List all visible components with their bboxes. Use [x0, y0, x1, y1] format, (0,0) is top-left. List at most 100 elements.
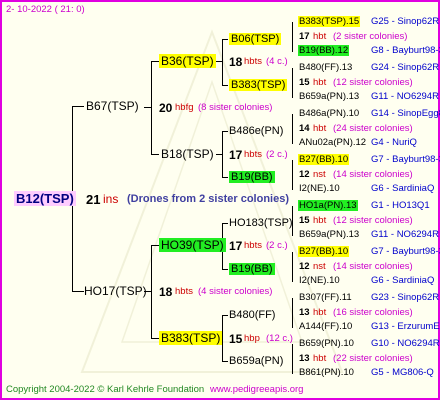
l3-queen[interactable]: B19(BB) — [229, 263, 275, 275]
l2-gen: 15 — [229, 332, 243, 346]
l4-gen: 13 — [299, 353, 310, 364]
l4-bottom-code: G6 - SardiniaQ — [371, 183, 435, 194]
l4-top-queen[interactable]: B307(FF).11 — [298, 292, 353, 303]
l4-gen: 14 — [299, 123, 310, 134]
connector — [72, 106, 84, 107]
l1-unit: hbfg — [175, 102, 194, 113]
l4-bottom-queen[interactable]: B19(BB).12 — [298, 45, 350, 56]
dam-queen[interactable]: HO17(TSP) — [84, 284, 147, 298]
connector — [72, 291, 84, 292]
l2-unit: hbp — [244, 333, 260, 344]
l4-unit: hbt — [313, 31, 327, 42]
l4-bottom-queen[interactable]: I2(NE).10 — [298, 275, 341, 286]
l4-bottom-queen[interactable]: I2(NE).10 — [298, 183, 341, 194]
connector — [292, 114, 293, 144]
l4-bottom-code: G5 - MG806-Q — [371, 367, 434, 378]
l4-bottom-queen[interactable]: A144(FF).10 — [298, 321, 353, 332]
connector — [292, 298, 293, 328]
l2-unit: hbts — [244, 56, 262, 67]
copyright: Copyright 2004-2022 © Karl Kehrle Founda… — [6, 384, 205, 395]
connector — [292, 68, 293, 98]
l3-queen[interactable]: B383(TSP) — [229, 79, 288, 91]
l4-bottom-queen[interactable]: ANu02a(PN).12 — [298, 137, 367, 148]
l4-top-code: G14 - SinopEgg86R — [371, 108, 440, 119]
connector — [222, 39, 223, 85]
l4-top-queen[interactable]: HO1a(PN).13 — [298, 200, 358, 211]
l3-queen[interactable]: HO183(TSP) — [229, 217, 293, 229]
root-gen: 21 — [86, 192, 101, 207]
l4-bottom-queen[interactable]: B861(PN).10 — [298, 367, 355, 378]
l4-unit: hbt — [313, 77, 327, 88]
root-queen[interactable]: B12(TSP) — [14, 191, 76, 206]
l4-gen: 12 — [299, 169, 310, 180]
l4-note: (24 sister colonies) — [333, 123, 413, 134]
l1-note: (4 sister colonies) — [198, 286, 273, 297]
l4-bottom-queen[interactable]: B659a(PN).13 — [298, 229, 360, 240]
website-link[interactable]: www.pedigreeapis.org — [210, 384, 303, 395]
l4-top-queen[interactable]: B486a(PN).10 — [298, 108, 360, 119]
l4-unit: hbt — [313, 123, 327, 134]
root-unit: ins — [103, 192, 119, 206]
l2-queen[interactable]: B36(TSP) — [159, 54, 216, 68]
l3-queen[interactable]: B486e(PN) — [229, 125, 283, 137]
connector — [222, 39, 228, 40]
l4-top-queen[interactable]: B659(PN).10 — [298, 338, 355, 349]
root-drone-note: (Drones from 2 sister colonies) — [127, 193, 289, 205]
l4-unit: hbt — [313, 353, 327, 364]
l4-top-queen[interactable]: B27(BB).10 — [298, 246, 350, 257]
connector — [222, 315, 228, 316]
l4-bottom-code: G4 - NuriQ — [371, 137, 417, 148]
l4-bottom-code: G11 - NO6294R — [371, 91, 439, 102]
l4-bottom-code: G13 - ErzurumEgg8 — [371, 321, 440, 332]
l4-top-queen[interactable]: B27(BB).10 — [298, 154, 350, 165]
connector — [222, 85, 228, 86]
l4-gen: 17 — [299, 31, 310, 42]
l3-queen[interactable]: B659a(PN) — [229, 355, 283, 367]
l4-bottom-queen[interactable]: B659a(PN).13 — [298, 91, 360, 102]
l3-queen[interactable]: B480(FF) — [229, 309, 275, 321]
l4-top-code: G7 - Bayburt98-3 — [371, 246, 440, 257]
connector — [292, 344, 293, 374]
l2-note: (2 c.) — [266, 240, 288, 251]
connector — [222, 361, 228, 362]
l3-queen[interactable]: B06(TSP) — [229, 33, 282, 45]
l4-gen: 15 — [299, 77, 310, 88]
connector — [292, 160, 293, 190]
l4-note: (12 sister colonies) — [333, 215, 413, 226]
l2-queen[interactable]: B383(TSP) — [159, 331, 223, 345]
connector — [222, 223, 228, 224]
l1-gen: 20 — [159, 101, 173, 115]
l4-note: (12 sister colonies) — [333, 77, 413, 88]
connector — [222, 131, 228, 132]
l4-bottom-code: G8 - Bayburt98-3 — [371, 45, 440, 56]
l1-gen: 18 — [159, 285, 173, 299]
l4-top-code: G10 - NO6294R — [371, 338, 440, 349]
l4-note: (2 sister colonies) — [333, 31, 408, 42]
l4-unit: nst — [313, 169, 326, 180]
l4-note: (22 sister colonies) — [333, 353, 413, 364]
l2-note: (12 c.) — [266, 333, 293, 344]
l1-note: (8 sister colonies) — [198, 102, 273, 113]
l4-top-queen[interactable]: B480(FF).13 — [298, 62, 353, 73]
l4-top-code: G23 - Sinop62R — [371, 292, 440, 303]
l4-gen: 15 — [299, 215, 310, 226]
l2-queen[interactable]: B18(TSP) — [161, 147, 214, 161]
connector — [222, 269, 228, 270]
l2-queen[interactable]: HO39(TSP) — [159, 238, 226, 252]
connector — [144, 107, 152, 108]
l4-top-code: G1 - HO13Q1 — [371, 200, 430, 211]
l2-gen: 17 — [229, 239, 243, 253]
connector — [216, 61, 222, 62]
l3-queen[interactable]: B19(BB) — [229, 171, 275, 183]
l4-note: (14 sister colonies) — [333, 261, 413, 272]
connector — [151, 245, 159, 246]
connector — [292, 252, 293, 282]
connector — [151, 338, 159, 339]
sire-queen[interactable]: B67(TSP) — [86, 99, 139, 113]
l4-note: (16 sister colonies) — [333, 307, 413, 318]
l4-note: (14 sister colonies) — [333, 169, 413, 180]
l4-top-queen[interactable]: B383(TSP).15 — [298, 16, 361, 27]
l4-top-code: G25 - Sinop62R — [371, 16, 440, 27]
l4-unit: nst — [313, 261, 326, 272]
l4-unit: hbt — [313, 215, 327, 226]
